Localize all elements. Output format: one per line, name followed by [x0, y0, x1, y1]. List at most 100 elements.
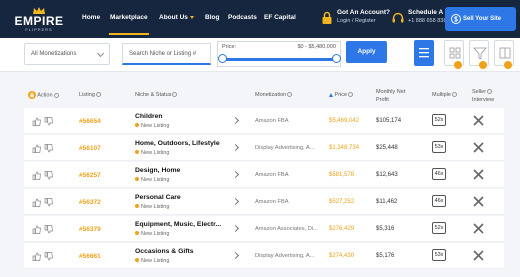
column-multiple[interactable]: Multiple	[432, 92, 457, 98]
help-icon[interactable]	[53, 92, 59, 98]
listing-niche: Occasions & Gifts	[135, 248, 194, 255]
lock-icon	[28, 91, 36, 99]
listing-status-label: New Listing	[141, 177, 170, 183]
listing-id[interactable]: #56654	[79, 118, 101, 125]
close-x-icon	[473, 250, 484, 261]
nav-marketplace[interactable]: Marketplace	[110, 14, 148, 21]
thumbs-up-down-icon[interactable]	[32, 171, 54, 180]
table-row[interactable]: #56654 Children New Listing Amazon FBA $5,46…	[24, 108, 504, 134]
listing-id[interactable]: #56661	[79, 253, 101, 260]
price-range-filter: Price: $0 - $5,480,000	[217, 41, 341, 67]
compare-view-button[interactable]	[494, 40, 514, 69]
listing-price: $274,430	[329, 253, 355, 259]
listing-id[interactable]: #56372	[79, 199, 101, 206]
list-icon	[419, 48, 429, 58]
apply-button[interactable]: Apply	[346, 41, 387, 63]
listing-monetization: Display Advertising, A...	[255, 253, 315, 259]
column-seller-interview: Seller Interview	[472, 88, 494, 104]
help-icon[interactable]	[95, 92, 101, 98]
price-slider-track[interactable]	[222, 58, 336, 61]
sell-your-site-button[interactable]: Sell Your Site	[445, 7, 516, 31]
crown-icon	[33, 7, 45, 14]
listing-multiple: 52x	[432, 114, 446, 126]
table-row[interactable]: #56372 Personal Care New Listing Amazon FBA…	[24, 189, 504, 215]
listing-status: New Listing	[135, 177, 169, 183]
table-row[interactable]: #56257 Design, Home New Listing Amazon FBA $…	[24, 162, 504, 188]
chevron-right-icon[interactable]	[231, 251, 240, 260]
listing-id[interactable]: #56257	[79, 172, 101, 179]
listing-multiple: 53x	[432, 249, 446, 261]
column-niche: Niche & Status	[135, 92, 178, 98]
chevron-right-icon[interactable]	[231, 170, 240, 179]
logo-brand: EMPIRE	[14, 14, 64, 28]
status-dot-icon	[135, 204, 139, 208]
listing-status-label: New Listing	[141, 204, 170, 210]
thumbs-up-down-icon[interactable]	[32, 225, 54, 234]
search-input[interactable]: Search Niche or Listing #	[122, 43, 211, 65]
help-icon[interactable]	[451, 92, 457, 98]
status-dot-icon	[135, 231, 139, 235]
column-seller-label-1: Seller	[472, 89, 487, 95]
column-price[interactable]: Price	[329, 92, 354, 98]
nav-about-us[interactable]: About Us	[159, 14, 194, 21]
listing-price: $1,348,734	[329, 145, 360, 151]
close-x-icon	[473, 223, 484, 234]
close-x-icon	[473, 196, 484, 207]
monetization-select[interactable]: All Monetizations	[24, 43, 110, 65]
listing-status: New Listing	[135, 150, 169, 156]
column-monetization-label: Monetization	[255, 92, 287, 98]
sell-your-site-label: Sell Your Site	[463, 16, 502, 22]
saved-filter-button[interactable]	[469, 40, 489, 69]
help-icon[interactable]	[287, 92, 293, 98]
listing-monetization: Amazon Associates, Di...	[255, 226, 318, 232]
thumbs-up-down-icon[interactable]	[32, 117, 54, 126]
price-slider-max-handle[interactable]	[332, 54, 341, 63]
listing-niche: Personal Care	[135, 194, 181, 201]
chevron-right-icon[interactable]	[231, 116, 240, 125]
nav-podcasts[interactable]: Podcasts	[228, 14, 257, 21]
call-phone: +1 888 658 8388	[408, 18, 450, 24]
list-view-button[interactable]	[414, 40, 434, 66]
listing-net-profit: $5,176	[376, 253, 395, 259]
grid-view-button[interactable]	[444, 40, 464, 69]
column-net-profit-label-1: Monthly Net	[376, 89, 406, 95]
column-price-label: Price	[334, 92, 348, 98]
chevron-right-icon[interactable]	[231, 224, 240, 233]
chevron-down-icon	[96, 49, 105, 58]
lock-badge-icon	[504, 61, 512, 69]
lock-badge-icon	[479, 61, 487, 69]
nav-blog[interactable]: Blog	[205, 14, 219, 21]
listing-id[interactable]: #56107	[79, 145, 101, 152]
chevron-right-icon[interactable]	[231, 197, 240, 206]
thumbs-up-down-icon[interactable]	[32, 144, 54, 153]
column-net-profit[interactable]: Monthly Net Profit	[376, 88, 405, 104]
thumbs-up-down-icon[interactable]	[32, 252, 54, 261]
listing-status-label: New Listing	[141, 123, 170, 129]
help-icon[interactable]	[172, 92, 178, 98]
help-icon[interactable]	[348, 92, 354, 98]
dollar-circle-icon	[451, 14, 461, 24]
column-action-label: Action	[37, 92, 53, 99]
listing-id[interactable]: #56379	[79, 226, 101, 233]
help-icon[interactable]	[487, 89, 493, 95]
listing-multiple: 52x	[432, 222, 446, 234]
nav-ef-capital[interactable]: EF Capital	[264, 14, 296, 21]
table-row[interactable]: #56107 Home, Outdoors, Lifestyle New Listi…	[24, 135, 504, 161]
empire-flippers-logo[interactable]: EMPIRE FLIPPERS	[14, 7, 64, 33]
status-dot-icon	[135, 123, 139, 127]
nav-home[interactable]: Home	[82, 14, 100, 21]
table-row[interactable]: #56661 Occasions & Gifts New Listing Displa…	[24, 243, 504, 269]
account-sub: Login / Register	[337, 18, 376, 24]
status-dot-icon	[135, 150, 139, 154]
account-link[interactable]: Got An Account? Login / Register	[337, 9, 390, 25]
listing-price: $581,578	[329, 172, 355, 178]
table-row[interactable]: #56379 Equipment, Music, Electr... New Lis…	[24, 216, 504, 242]
sort-up-icon	[329, 92, 333, 97]
chevron-right-icon[interactable]	[231, 143, 240, 152]
price-range-value: $0 - $5,480,000	[297, 44, 336, 50]
price-slider-min-handle[interactable]	[218, 54, 227, 63]
listing-status-label: New Listing	[141, 258, 170, 264]
column-listing[interactable]: Listing	[79, 92, 101, 98]
listing-niche: Equipment, Music, Electr...	[135, 221, 222, 228]
thumbs-up-down-icon[interactable]	[32, 198, 54, 207]
